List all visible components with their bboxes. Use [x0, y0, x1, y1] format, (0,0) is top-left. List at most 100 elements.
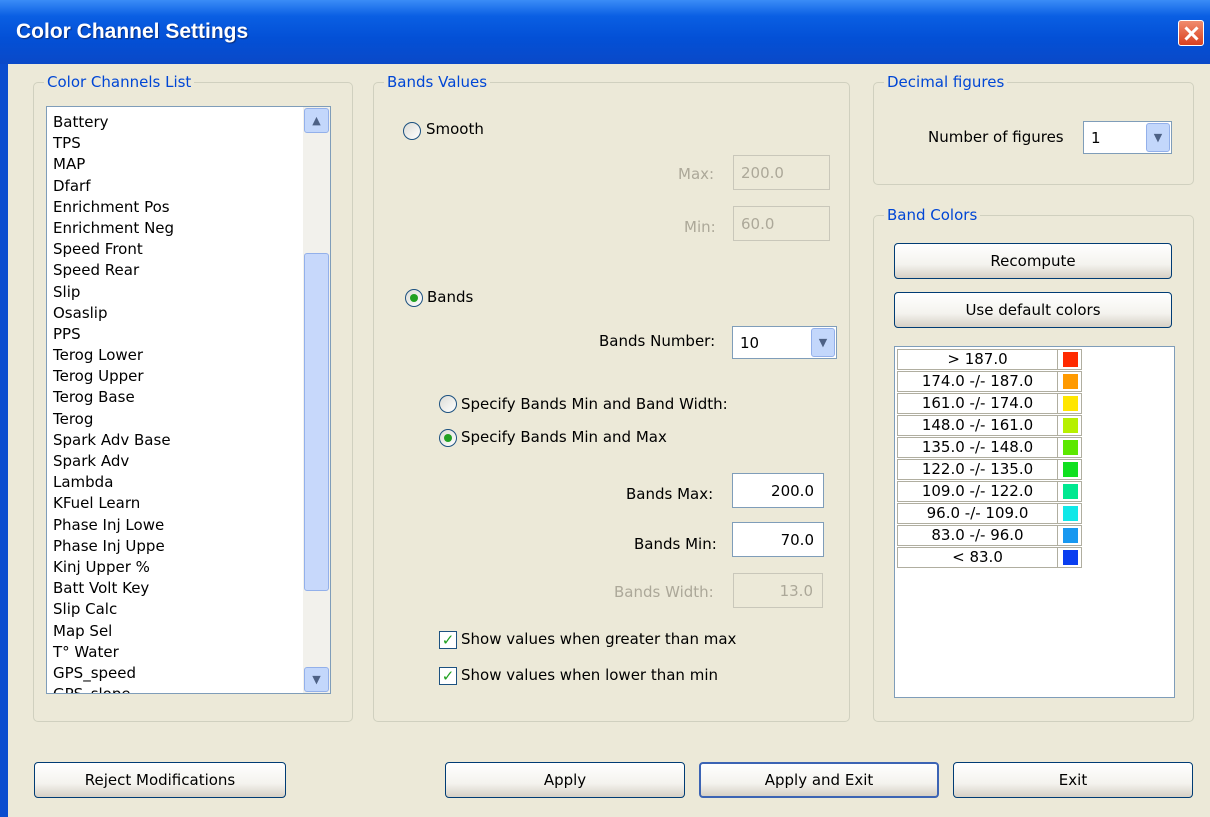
specify-width-radio[interactable] [439, 395, 457, 413]
channel-list-item[interactable]: Spark Adv [53, 451, 293, 472]
band-row[interactable]: 96.0 -/- 109.0 [897, 503, 1082, 524]
color-channel-settings-dialog: Color Channel Settings Color Channels Li… [0, 0, 1210, 817]
number-of-figures-value: 1 [1091, 129, 1101, 147]
decimal-group-title: Decimal figures [884, 73, 1008, 91]
band-color-swatch[interactable] [1063, 484, 1078, 499]
channel-list-item[interactable]: T° Water [53, 642, 293, 663]
channel-list-item[interactable]: KFuel Learn [53, 493, 293, 514]
band-color-swatch[interactable] [1063, 374, 1078, 389]
smooth-radio[interactable] [403, 122, 421, 140]
number-of-figures-select[interactable]: 1 ▼ [1083, 121, 1172, 154]
band-row[interactable]: 122.0 -/- 135.0 [897, 459, 1082, 480]
bands-max-label: Bands Max: [626, 485, 714, 503]
apply-button[interactable]: Apply [445, 762, 685, 798]
show-greater-label: Show values when greater than max [461, 630, 737, 648]
channel-list-item[interactable]: Terog [53, 409, 293, 430]
band-color-swatch[interactable] [1063, 462, 1078, 477]
channel-list-item[interactable]: GPS_slope [53, 684, 293, 693]
channel-list-item[interactable]: Lambda [53, 472, 293, 493]
channel-list-item[interactable]: Osaslip [53, 303, 293, 324]
window-title: Color Channel Settings [16, 20, 249, 43]
channel-list-item[interactable]: Spark Adv Base [53, 430, 293, 451]
band-row[interactable]: 174.0 -/- 187.0 [897, 371, 1082, 392]
band-range-label: 83.0 -/- 96.0 [898, 526, 1058, 545]
band-row[interactable]: 109.0 -/- 122.0 [897, 481, 1082, 502]
max-field[interactable]: 200.0 [733, 155, 830, 190]
channel-list-item[interactable]: Dfarf [53, 176, 293, 197]
reject-modifications-button[interactable]: Reject Modifications [34, 762, 286, 798]
apply-and-exit-button[interactable]: Apply and Exit [699, 762, 939, 798]
channel-list-item[interactable]: Phase Inj Uppe [53, 536, 293, 557]
bands-number-select[interactable]: 10 ▼ [732, 326, 837, 359]
band-range-label: 161.0 -/- 174.0 [898, 394, 1058, 413]
channel-list-item[interactable]: Enrichment Neg [53, 218, 293, 239]
bands-number-value: 10 [740, 334, 760, 352]
channel-list-item[interactable]: MAP [53, 154, 293, 175]
scroll-up-icon[interactable]: ▲ [304, 108, 329, 133]
channel-list-item[interactable]: GPS_speed [53, 663, 293, 684]
band-color-swatch[interactable] [1063, 396, 1078, 411]
use-default-colors-button[interactable]: Use default colors [894, 292, 1172, 328]
channel-list-item[interactable]: Terog Lower [53, 345, 293, 366]
bands-number-label: Bands Number: [599, 332, 716, 350]
band-color-swatch[interactable] [1063, 550, 1078, 565]
min-field[interactable]: 60.0 [733, 206, 830, 241]
channel-list-item[interactable]: Map Sel [53, 621, 293, 642]
band-range-label: < 83.0 [898, 548, 1058, 567]
recompute-button[interactable]: Recompute [894, 243, 1172, 279]
bands-values-group-title: Bands Values [384, 73, 491, 91]
channel-list-item[interactable]: Enrichment Pos [53, 197, 293, 218]
channel-list-item[interactable]: Terog Upper [53, 366, 293, 387]
band-range-label: 135.0 -/- 148.0 [898, 438, 1058, 457]
show-lower-label: Show values when lower than min [461, 666, 718, 684]
band-row[interactable]: 83.0 -/- 96.0 [897, 525, 1082, 546]
channels-group-title: Color Channels List [44, 73, 195, 91]
scroll-down-icon[interactable]: ▼ [304, 667, 329, 692]
channel-list-item[interactable]: Batt Volt Key [53, 578, 293, 599]
channel-list-item[interactable]: Battery [53, 112, 293, 133]
window-border [0, 64, 8, 817]
show-lower-checkbox[interactable]: ✓ [439, 667, 457, 685]
band-color-swatch[interactable] [1063, 418, 1078, 433]
exit-button[interactable]: Exit [953, 762, 1193, 798]
number-of-figures-label: Number of figures [928, 128, 1064, 146]
band-color-swatch[interactable] [1063, 528, 1078, 543]
scroll-thumb[interactable] [304, 253, 329, 591]
channels-listbox[interactable]: Battery TPS MAP Dfarf Enrichment Pos Enrichme… [46, 106, 331, 694]
band-row[interactable]: > 187.0 [897, 349, 1082, 370]
channel-list-item[interactable]: Speed Rear [53, 260, 293, 281]
band-row[interactable]: < 83.0 [897, 547, 1082, 568]
channel-list-item[interactable]: Kinj Upper % [53, 557, 293, 578]
bands-min-field[interactable]: 70.0 [732, 522, 824, 557]
max-label: Max: [678, 165, 715, 183]
band-colors-table[interactable]: > 187.0 174.0 -/- 187.0 161.0 -/- 174.0 148… [894, 346, 1175, 698]
channel-list-item[interactable]: Phase Inj Lowe [53, 515, 293, 536]
title-bar[interactable]: Color Channel Settings [0, 0, 1210, 64]
channels-list: Battery TPS MAP Dfarf Enrichment Pos Enrichme… [53, 112, 293, 693]
specify-max-label: Specify Bands Min and Max [461, 428, 667, 446]
smooth-label: Smooth [426, 120, 484, 138]
channels-scrollbar[interactable]: ▲ ▼ [303, 107, 330, 693]
channel-list-item[interactable]: Slip Calc [53, 599, 293, 620]
band-color-swatch[interactable] [1063, 506, 1078, 521]
channel-list-item[interactable]: PPS [53, 324, 293, 345]
close-icon[interactable] [1178, 20, 1204, 46]
bands-width-field[interactable]: 13.0 [733, 573, 823, 608]
bands-min-label: Bands Min: [634, 535, 717, 553]
chevron-down-icon[interactable]: ▼ [1146, 123, 1170, 152]
band-range-label: 148.0 -/- 161.0 [898, 416, 1058, 435]
channel-list-item[interactable]: Slip [53, 282, 293, 303]
band-row[interactable]: 161.0 -/- 174.0 [897, 393, 1082, 414]
band-row[interactable]: 148.0 -/- 161.0 [897, 415, 1082, 436]
chevron-down-icon[interactable]: ▼ [811, 328, 835, 357]
bands-max-field[interactable]: 200.0 [732, 473, 824, 508]
band-color-swatch[interactable] [1063, 440, 1078, 455]
show-greater-checkbox[interactable]: ✓ [439, 631, 457, 649]
band-row[interactable]: 135.0 -/- 148.0 [897, 437, 1082, 458]
bands-radio[interactable] [405, 289, 423, 307]
band-color-swatch[interactable] [1063, 352, 1078, 367]
channel-list-item[interactable]: TPS [53, 133, 293, 154]
channel-list-item[interactable]: Terog Base [53, 387, 293, 408]
channel-list-item[interactable]: Speed Front [53, 239, 293, 260]
specify-max-radio[interactable] [439, 429, 457, 447]
